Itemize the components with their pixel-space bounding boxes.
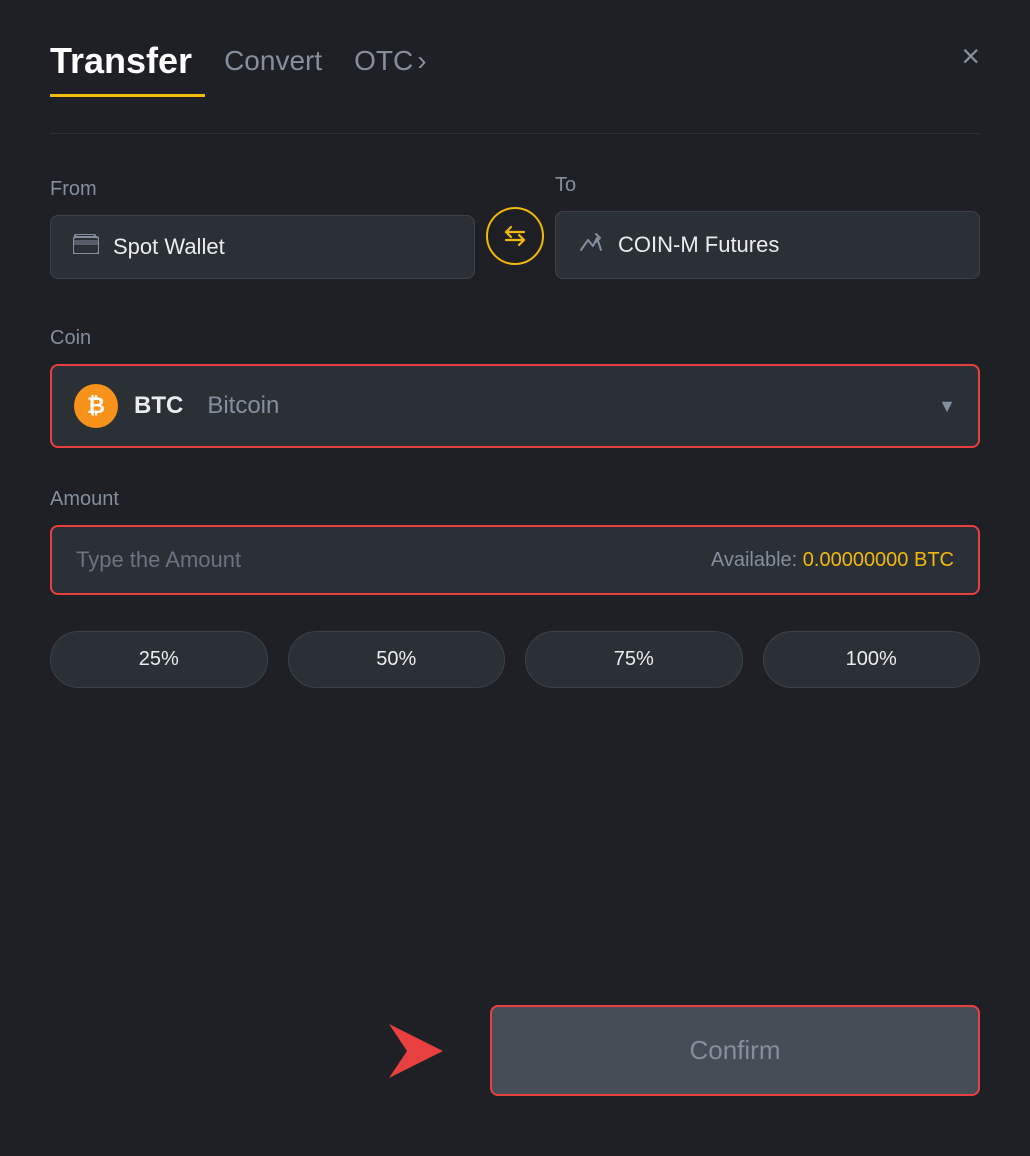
modal-header: Transfer Convert OTC › × <box>50 40 980 82</box>
amount-input[interactable] <box>76 547 711 573</box>
swap-btn-container <box>475 207 555 279</box>
available-amount: 0.00000000 BTC <box>803 549 954 571</box>
chevron-down-icon: ▼ <box>938 396 956 417</box>
available-text: Available: 0.00000000 BTC <box>711 549 954 572</box>
amount-section: Amount Available: 0.00000000 BTC <box>50 488 980 595</box>
coin-section: Coin ₿ BTC Bitcoin ▼ <box>50 327 980 448</box>
coin-label: Coin <box>50 327 980 350</box>
confirm-section: Confirm <box>50 1005 980 1096</box>
percent-25-button[interactable]: 25% <box>50 631 268 688</box>
to-block: To COIN-M Futures <box>555 174 980 279</box>
to-wallet-selector[interactable]: COIN-M Futures <box>555 211 980 279</box>
active-tab-underline <box>50 94 205 97</box>
tab-transfer[interactable]: Transfer <box>50 40 192 82</box>
arrow-indicator <box>380 1006 470 1096</box>
coin-symbol: BTC <box>134 392 183 420</box>
amount-label: Amount <box>50 488 980 511</box>
chevron-right-icon: › <box>417 45 426 77</box>
amount-box: Available: 0.00000000 BTC <box>50 525 980 595</box>
to-label: To <box>555 174 980 197</box>
from-wallet-selector[interactable]: Spot Wallet <box>50 215 475 279</box>
from-block: From Spot Wallet <box>50 178 475 279</box>
from-to-section: From Spot Wallet <box>50 174 980 279</box>
from-wallet-label: Spot Wallet <box>113 234 225 260</box>
confirm-button[interactable]: Confirm <box>490 1005 980 1096</box>
transfer-modal: Transfer Convert OTC › × From Spot Walle… <box>0 0 1030 1156</box>
red-arrow-icon <box>380 1006 470 1096</box>
futures-icon <box>578 230 604 260</box>
close-button[interactable]: × <box>961 40 980 72</box>
percent-75-button[interactable]: 75% <box>525 631 743 688</box>
tab-otc[interactable]: OTC › <box>354 45 426 77</box>
coin-selector[interactable]: ₿ BTC Bitcoin ▼ <box>50 364 980 448</box>
to-wallet-label: COIN-M Futures <box>618 232 779 258</box>
swap-button[interactable] <box>486 207 544 265</box>
btc-icon: ₿ <box>74 384 118 428</box>
percent-50-button[interactable]: 50% <box>288 631 506 688</box>
percent-buttons: 25% 50% 75% 100% <box>50 631 980 688</box>
coin-name: Bitcoin <box>207 392 279 420</box>
header-divider <box>50 133 980 134</box>
percent-100-button[interactable]: 100% <box>763 631 981 688</box>
wallet-icon <box>73 234 99 260</box>
from-label: From <box>50 178 475 201</box>
tab-convert[interactable]: Convert <box>224 45 322 77</box>
